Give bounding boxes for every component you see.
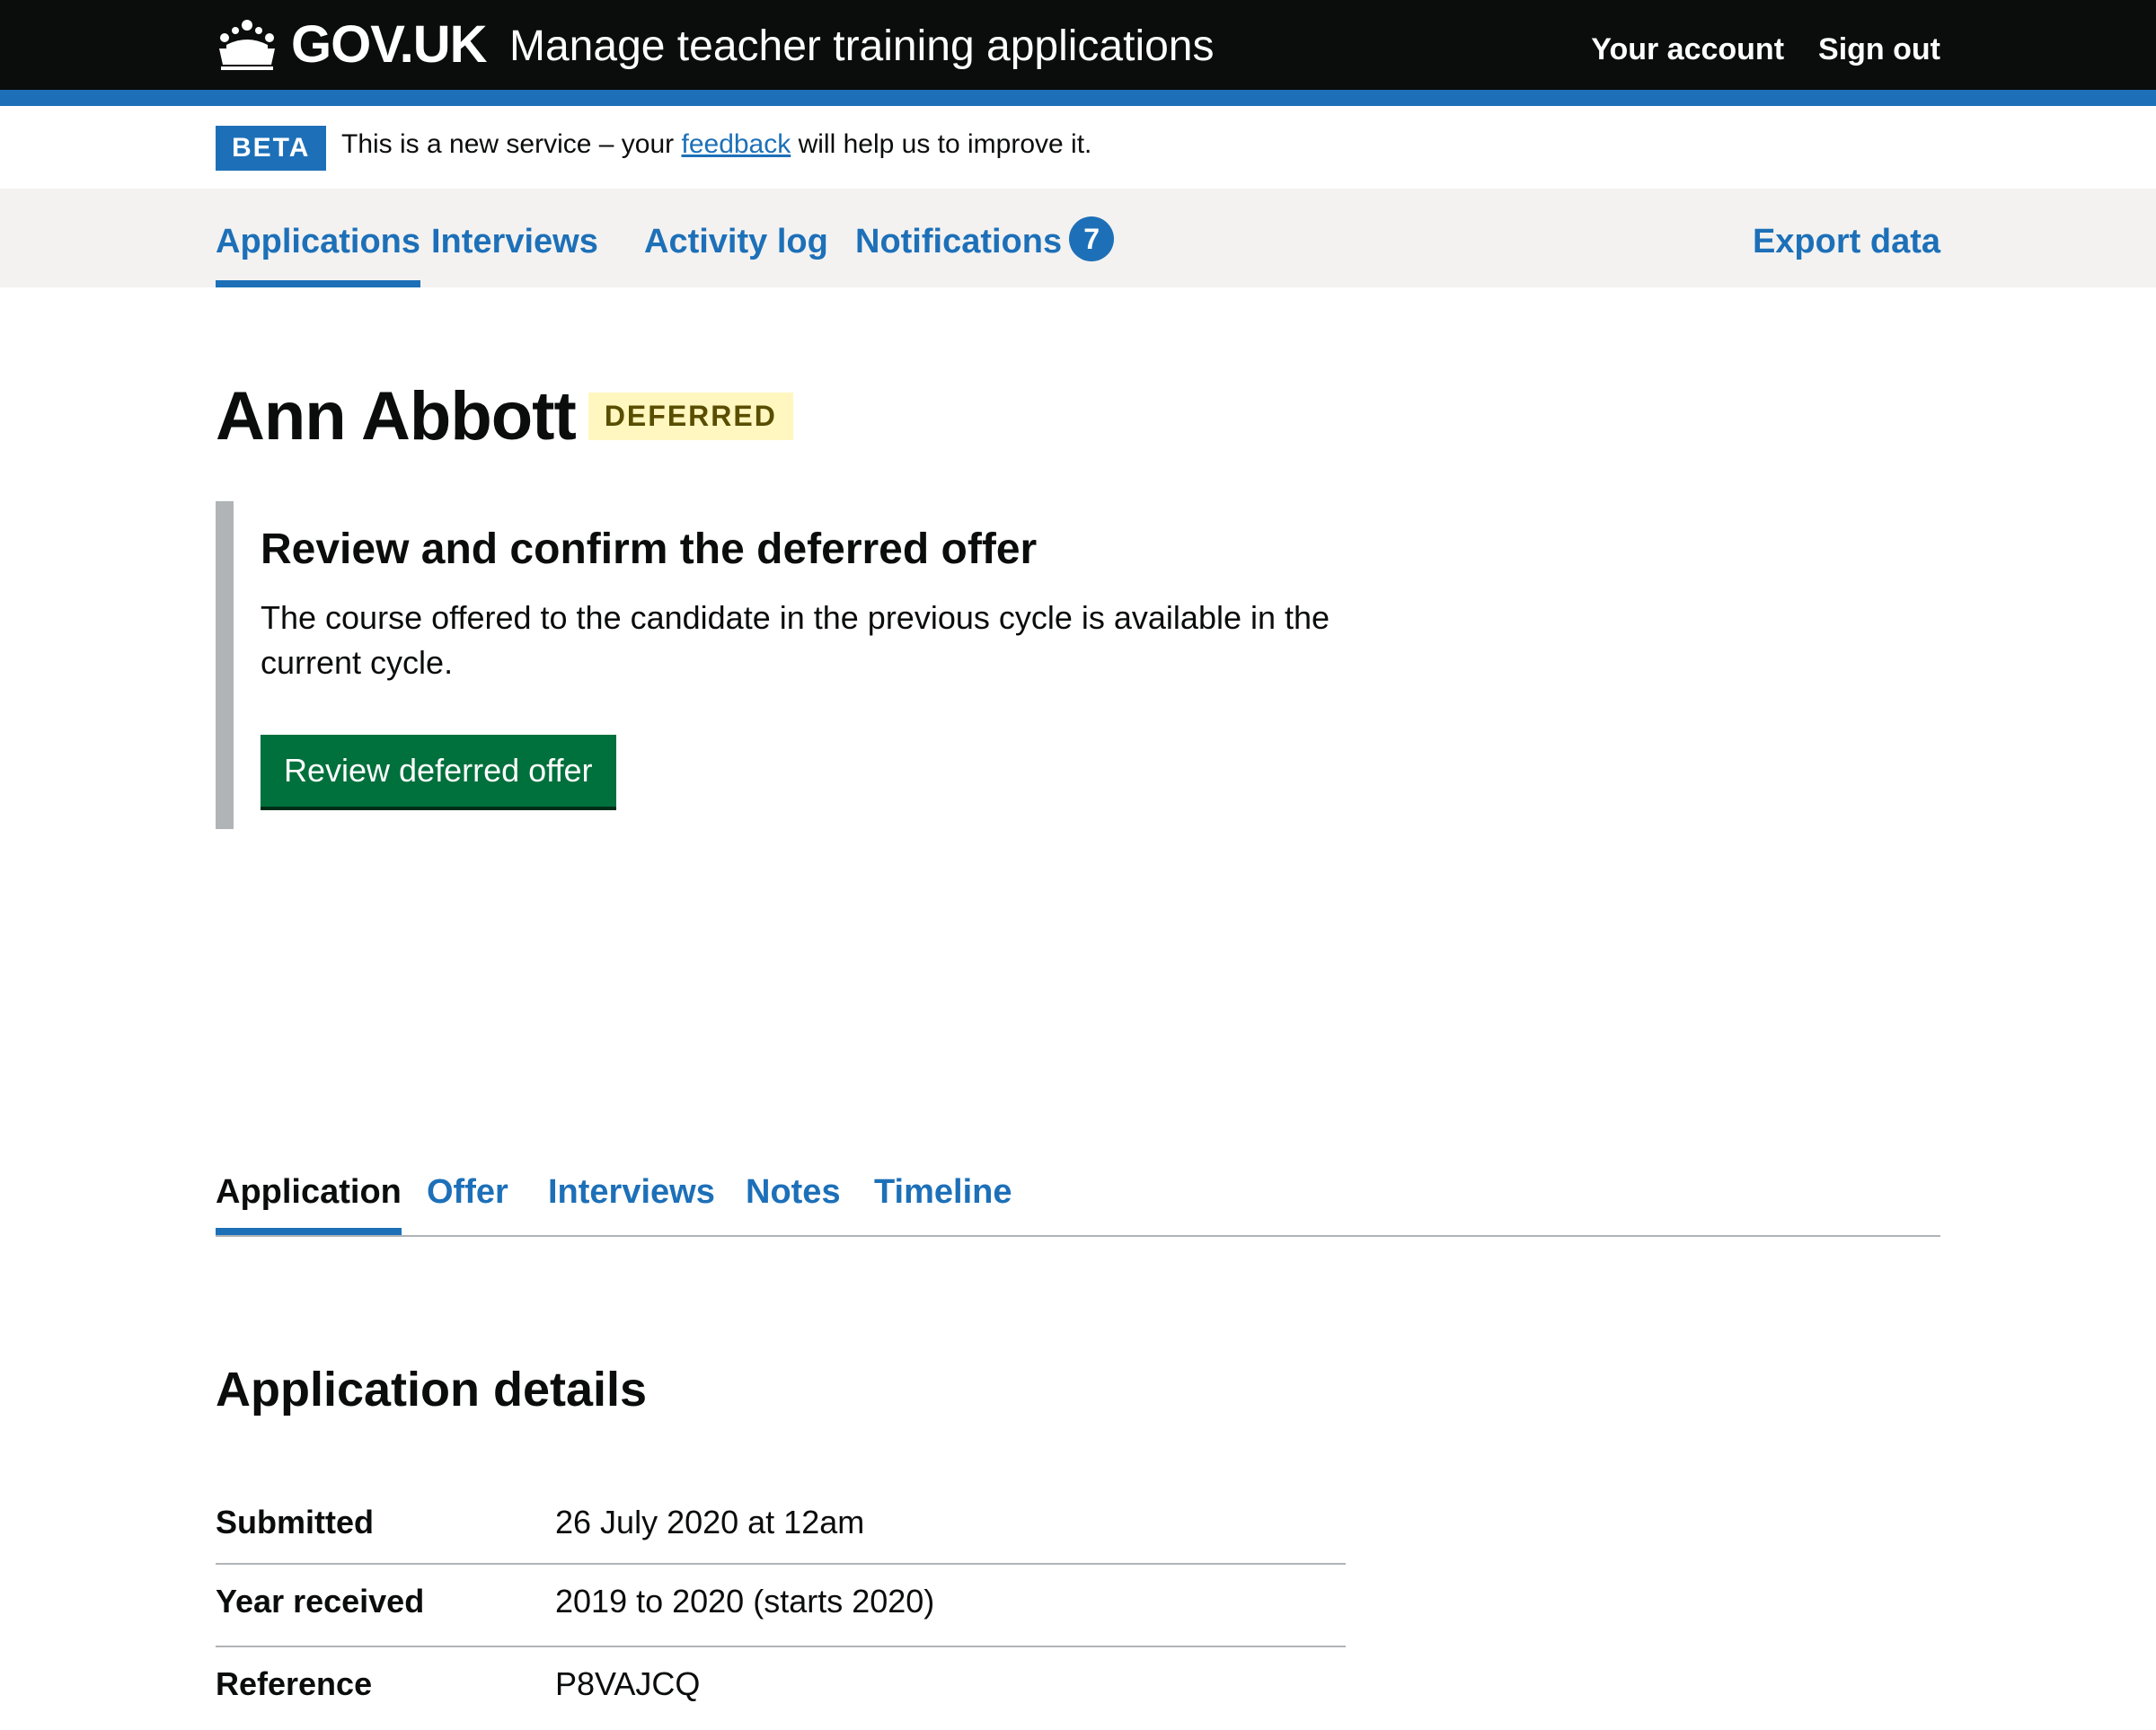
summary-value: 2019 to 2020 (starts 2020): [555, 1583, 935, 1620]
application-sub-navigation: Application Offer Interviews Notes Timel…: [216, 1150, 1940, 1237]
site-header: GOV.UK Manage teacher training applicati…: [0, 0, 2156, 106]
page-heading: Ann Abbott DEFERRED: [216, 377, 793, 455]
application-details-list: Submitted 26 July 2020 at 12am Year rece…: [216, 1482, 1346, 1730]
phase-text-before: This is a new service – your: [341, 129, 682, 159]
summary-row: Submitted 26 July 2020 at 12am: [216, 1482, 1346, 1565]
notifications-count-badge: 7: [1069, 216, 1115, 261]
summary-value: P8VAJCQ: [555, 1665, 701, 1702]
tab-interviews[interactable]: Interviews: [548, 1173, 715, 1235]
tab-notes[interactable]: Notes: [746, 1173, 841, 1235]
nav-activity-log[interactable]: Activity log: [644, 223, 828, 287]
nav-applications[interactable]: Applications: [216, 223, 421, 287]
phase-banner-text: This is a new service – your feedback wi…: [341, 129, 1091, 160]
service-name-link[interactable]: Manage teacher training applications: [509, 22, 1215, 71]
review-deferred-offer-button[interactable]: Review deferred offer: [261, 735, 616, 807]
tab-timeline[interactable]: Timeline: [874, 1173, 1012, 1235]
nav-notifications[interactable]: Notifications 7: [855, 216, 1115, 287]
nav-interviews[interactable]: Interviews: [431, 223, 598, 287]
crown-icon: [219, 20, 275, 70]
logo-text: GOV.UK: [291, 14, 487, 74]
tab-offer[interactable]: Offer: [427, 1173, 508, 1235]
nav-notifications-label: Notifications: [855, 223, 1063, 260]
primary-navigation: Applications Interviews Activity log Not…: [0, 189, 2156, 287]
summary-row: Year received 2019 to 2020 (starts 2020): [216, 1565, 1346, 1647]
beta-tag: BETA: [216, 126, 327, 171]
status-badge: DEFERRED: [588, 393, 793, 440]
phase-text-after: will help us to improve it.: [791, 129, 1092, 159]
inset-title: Review and confirm the deferred offer: [261, 525, 1038, 573]
summary-row: Reference P8VAJCQ: [216, 1647, 1346, 1730]
your-account-link[interactable]: Your account: [1591, 32, 1784, 67]
application-details-title: Application details: [216, 1363, 648, 1417]
phase-banner: BETA This is a new service – your feedba…: [0, 106, 2156, 189]
summary-value: 26 July 2020 at 12am: [555, 1504, 865, 1540]
feedback-link[interactable]: feedback: [681, 129, 791, 159]
govuk-logo-link[interactable]: GOV.UK: [216, 13, 487, 75]
account-nav: Your account Sign out: [1591, 32, 1940, 67]
summary-key: Year received: [216, 1583, 425, 1620]
sign-out-link[interactable]: Sign out: [1818, 32, 1940, 67]
summary-key: Reference: [216, 1665, 373, 1702]
tab-application[interactable]: Application: [216, 1173, 402, 1235]
deferred-offer-inset: Review and confirm the deferred offer Th…: [216, 501, 1330, 829]
summary-key: Submitted: [216, 1504, 374, 1540]
candidate-name: Ann Abbott: [216, 378, 577, 455]
export-data-link[interactable]: Export data: [1753, 223, 1940, 287]
inset-body: The course offered to the candidate in t…: [261, 599, 1330, 681]
